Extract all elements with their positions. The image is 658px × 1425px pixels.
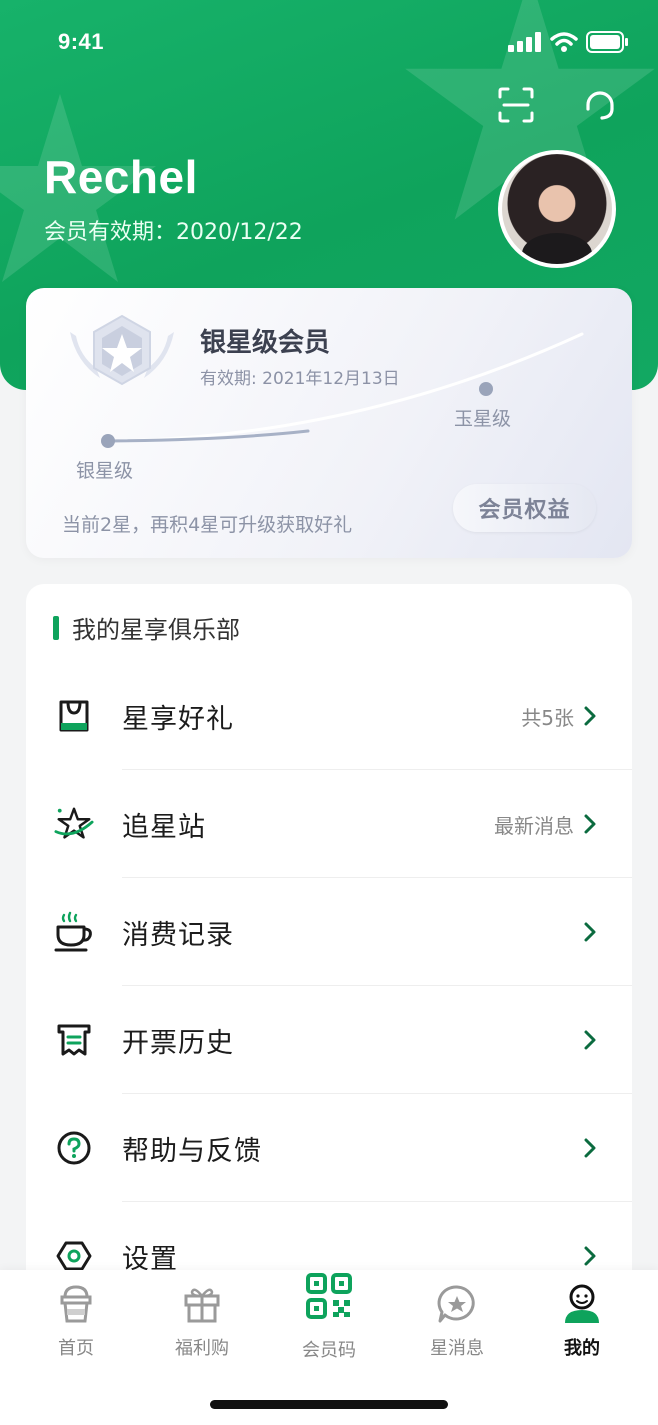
wifi-icon (550, 32, 578, 52)
chevron-right-icon (584, 922, 596, 942)
section-title: 我的星享俱乐部 (72, 616, 240, 644)
tab-label: 会员码 (302, 1340, 356, 1361)
list-item-label: 开票历史 (122, 1027, 234, 1059)
chevron-right-icon (584, 814, 596, 834)
avatar-photo (502, 154, 612, 264)
chevron-right-icon (584, 1246, 596, 1266)
tab-label: 我的 (564, 1338, 600, 1359)
current-level-dot (101, 434, 115, 448)
message-star-icon (435, 1282, 479, 1326)
member-benefits-button[interactable]: 会员权益 (453, 484, 596, 532)
home-indicator (210, 1400, 448, 1409)
list-item-label: 消费记录 (122, 919, 234, 951)
profile-icon (560, 1282, 604, 1326)
list-item-extra: 共5张 (521, 705, 574, 730)
home-cup-icon (54, 1282, 98, 1326)
battery-icon (586, 31, 628, 53)
star-orbit-icon (54, 804, 94, 844)
current-level-label: 银星级 (76, 460, 134, 482)
chevron-right-icon (584, 1138, 596, 1158)
list-item-label: 帮助与反馈 (122, 1135, 262, 1167)
coffee-cup-icon (54, 911, 94, 952)
membership-card[interactable]: 银星级会员 有效期: 2021年12月13日 银星级 玉星级 当前2星，再积4星… (26, 288, 632, 558)
user-name: Rechel (44, 151, 198, 203)
list-item-extra: 最新消息 (494, 813, 574, 838)
tab-label: 星消息 (430, 1338, 484, 1359)
list-item-label: 星享好礼 (122, 703, 234, 735)
next-level-label: 玉星级 (454, 408, 512, 430)
chevron-right-icon (584, 1030, 596, 1050)
avatar[interactable] (498, 150, 616, 268)
qr-code-icon (303, 1270, 355, 1322)
tab-member-code[interactable]: 会员码 (279, 1270, 379, 1361)
receipt-icon (54, 1020, 94, 1060)
list-item-invoice-history[interactable]: 开票历史 (26, 986, 632, 1094)
status-bar: 9:41 (0, 0, 658, 84)
tab-me[interactable]: 我的 (532, 1282, 632, 1362)
upgrade-hint: 当前2星，再积4星可升级获取好礼 (62, 514, 353, 536)
help-icon (54, 1128, 94, 1168)
scan-icon[interactable] (496, 85, 536, 125)
membership-validity: 会员有效期：2020/12/22 (44, 220, 303, 245)
next-level-dot (479, 382, 493, 396)
gift-icon (180, 1282, 224, 1326)
list-item-help-feedback[interactable]: 帮助与反馈 (26, 1094, 632, 1202)
chevron-right-icon (584, 706, 596, 726)
tab-home[interactable]: 首页 (26, 1282, 126, 1362)
cellular-signal-icon (508, 32, 541, 52)
star-club-section: 我的星享俱乐部 星享好礼 共5张 追星站 最新消息 消费记录 开票历史 帮助与反… (26, 584, 632, 1344)
list-item-star-station[interactable]: 追星站 最新消息 (26, 770, 632, 878)
tab-label: 福利购 (175, 1338, 229, 1359)
section-accent-bar (53, 616, 59, 640)
list-item-gifts[interactable]: 星享好礼 共5张 (26, 662, 632, 770)
list-item-purchase-history[interactable]: 消费记录 (26, 878, 632, 986)
list-item-label: 追星站 (122, 811, 206, 843)
status-time: 9:41 (58, 29, 105, 54)
gift-bag-icon (54, 696, 94, 736)
headset-icon[interactable] (580, 85, 620, 125)
tab-star-messages[interactable]: 星消息 (407, 1282, 507, 1362)
tab-welfare-shop[interactable]: 福利购 (152, 1282, 252, 1362)
tab-label: 首页 (58, 1338, 94, 1359)
